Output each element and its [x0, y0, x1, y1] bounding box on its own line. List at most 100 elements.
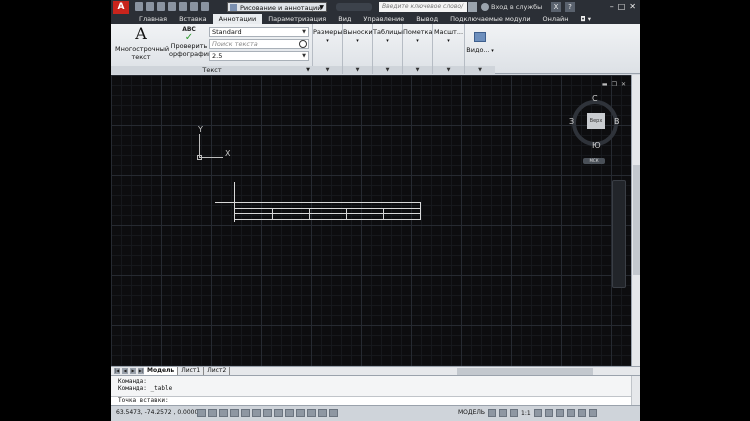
polar-icon[interactable]: [230, 409, 239, 417]
scrollbar-thumb[interactable]: [633, 165, 640, 275]
clean-screen-icon[interactable]: [588, 409, 597, 417]
compass-north[interactable]: С: [592, 94, 598, 103]
tab-layout1[interactable]: Лист1: [178, 367, 205, 375]
dimensions-group[interactable]: Размеры ▼: [313, 24, 343, 74]
isolate-objects-icon[interactable]: [577, 409, 586, 417]
tab-view[interactable]: Вид: [332, 14, 357, 24]
osnap-icon[interactable]: [241, 409, 250, 417]
dyn-input-icon[interactable]: [285, 409, 294, 417]
redo-icon[interactable]: [201, 2, 209, 11]
tab-home[interactable]: Главная: [133, 14, 173, 24]
expand-arrow-icon[interactable]: ▼: [343, 66, 372, 74]
annotation-visibility-icon[interactable]: [533, 409, 542, 417]
restore-icon[interactable]: ❐: [612, 81, 617, 88]
leaders-group[interactable]: Выноски ▼: [343, 24, 373, 74]
expand-arrow-icon[interactable]: ▼: [313, 66, 342, 74]
search-input[interactable]: Введите ключевое слово/фразу: [379, 2, 467, 20]
horizontal-scrollbar[interactable]: [457, 368, 593, 375]
markup-group[interactable]: Пометка ▼: [403, 24, 433, 74]
multiline-text-button[interactable]: A Многострочный текст: [115, 26, 169, 61]
tab-annotate[interactable]: Аннотации: [212, 14, 263, 24]
command-window[interactable]: Команда: Команда: _table Точка вставки:: [111, 375, 640, 406]
otrack-icon[interactable]: [263, 409, 272, 417]
scale-group[interactable]: Масшт... ▼: [433, 24, 465, 74]
tab-plugins[interactable]: Подключаемые модули: [444, 14, 536, 24]
workspace-switcher[interactable]: Рисование и аннотации ▼: [227, 2, 327, 12]
exchange-icon[interactable]: X: [551, 2, 561, 12]
command-scrollbar[interactable]: [631, 376, 640, 406]
annotation-scale-icon[interactable]: [510, 409, 518, 417]
expand-arrow-icon[interactable]: ▼: [433, 66, 464, 74]
close-icon[interactable]: ✕: [621, 81, 626, 88]
text-style-select[interactable]: Standard ▼: [209, 27, 309, 37]
compass-east[interactable]: В: [614, 117, 620, 126]
compass-west[interactable]: З: [569, 117, 574, 126]
grid-icon[interactable]: [208, 409, 217, 417]
expand-arrow-icon[interactable]: ▼: [465, 66, 495, 74]
selection-cycling-icon[interactable]: [329, 409, 338, 417]
annotation-scale-value[interactable]: 1:1: [521, 410, 531, 417]
find-text-input[interactable]: Поиск текста: [209, 39, 309, 49]
quick-view-drawings-icon[interactable]: [499, 409, 507, 417]
ribbon-minimize-icon[interactable]: ◘ ▾: [575, 14, 597, 24]
markup-label: Пометка: [403, 28, 432, 44]
quick-view-layouts-icon[interactable]: [488, 409, 496, 417]
transparency-icon[interactable]: [307, 409, 316, 417]
text-style-value: Standard: [212, 28, 242, 36]
next-tab-icon[interactable]: ▶: [130, 368, 136, 374]
spell-check-button[interactable]: ABC ✓ Проверить орфографию: [169, 26, 213, 58]
expand-arrow-icon[interactable]: ▼: [403, 66, 432, 74]
lineweight-icon[interactable]: [296, 409, 305, 417]
model-space-button[interactable]: МОДЕЛЬ: [458, 409, 485, 416]
search-icon[interactable]: [468, 2, 477, 12]
navigation-bar[interactable]: [612, 180, 626, 288]
search-icon[interactable]: [299, 40, 307, 48]
text-group-title[interactable]: Текст ▼: [111, 66, 313, 74]
sign-in-button[interactable]: Вход в службы: [481, 2, 542, 12]
drawing-area[interactable]: ▬ ❐ ✕ Верх С Ю З В МСК Y X: [111, 75, 640, 366]
wcs-menu[interactable]: МСК: [583, 158, 605, 164]
tab-layout2[interactable]: Лист2: [204, 367, 231, 375]
tab-output[interactable]: Вывод: [410, 14, 444, 24]
expand-arrow-icon[interactable]: ▼: [373, 66, 402, 74]
close-icon[interactable]: ✕: [629, 1, 636, 13]
text-height-select[interactable]: 2.5 ▼: [209, 51, 309, 61]
table-row-line: [235, 213, 420, 214]
autocad-window: A Рисование и аннотации ▼ Введите ключев…: [111, 0, 640, 421]
command-input[interactable]: Точка вставки:: [111, 396, 640, 405]
first-tab-icon[interactable]: |◀: [114, 368, 120, 374]
quick-properties-icon[interactable]: [318, 409, 327, 417]
3d-osnap-icon[interactable]: [252, 409, 261, 417]
workspace-switching-icon[interactable]: [544, 409, 553, 417]
open-file-icon[interactable]: [146, 2, 154, 11]
layout-tab-bar: |◀ ◀ ▶ ▶| Модель Лист1 Лист2: [111, 366, 640, 375]
snap-mode-icon[interactable]: [197, 409, 206, 417]
tab-parametric[interactable]: Параметризация: [262, 14, 332, 24]
tab-manage[interactable]: Управление: [357, 14, 410, 24]
tab-insert[interactable]: Вставка: [173, 14, 213, 24]
tab-model[interactable]: Модель: [144, 367, 179, 375]
tables-group[interactable]: Таблицы ▼: [373, 24, 403, 74]
undo-icon[interactable]: [190, 2, 198, 11]
help-icon[interactable]: ?: [565, 2, 575, 12]
minimize-icon[interactable]: ▬: [602, 81, 608, 88]
table-column-line: [346, 208, 347, 220]
ducs-icon[interactable]: [274, 409, 283, 417]
views-group[interactable]: Видо... ▼: [465, 24, 495, 74]
compass-south[interactable]: Ю: [592, 141, 601, 150]
viewcube-top-face[interactable]: Верх: [587, 113, 605, 129]
hardware-acceleration-icon[interactable]: [566, 409, 575, 417]
minimize-icon[interactable]: –: [610, 1, 614, 13]
save-as-icon[interactable]: [168, 2, 176, 11]
plot-icon[interactable]: [179, 2, 187, 11]
ortho-icon[interactable]: [219, 409, 228, 417]
tab-online[interactable]: Онлайн: [537, 14, 575, 24]
maximize-icon[interactable]: □: [618, 1, 626, 13]
app-menu-logo[interactable]: A: [113, 1, 129, 14]
lock-icon[interactable]: [555, 409, 564, 417]
save-icon[interactable]: [157, 2, 165, 11]
vertical-scrollbar[interactable]: [631, 75, 640, 366]
prev-tab-icon[interactable]: ◀: [122, 368, 128, 374]
new-file-icon[interactable]: [135, 2, 143, 11]
coordinate-readout[interactable]: 63.5473, -74.2572 , 0.0000: [116, 409, 198, 416]
